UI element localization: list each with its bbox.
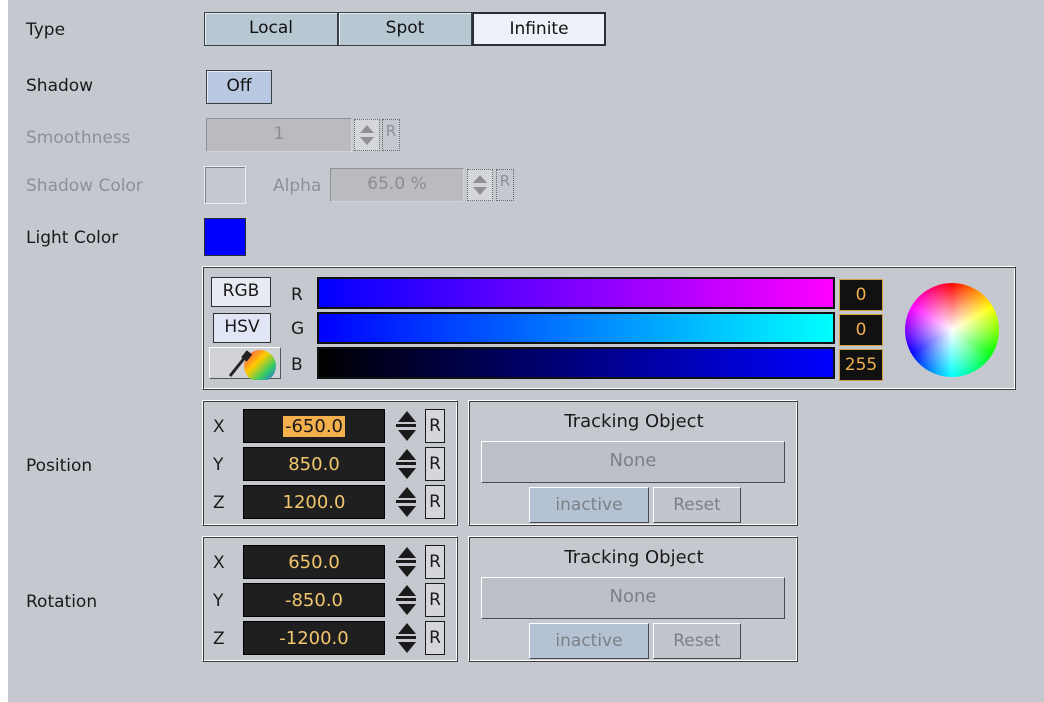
green-value[interactable]: 0 [839, 314, 883, 346]
rotation-y-spinner-icon[interactable] [393, 583, 419, 617]
rotation-x-spinner-icon[interactable] [393, 545, 419, 579]
alpha-label: Alpha [273, 176, 322, 196]
rotation-x-label: X [213, 553, 225, 573]
position-z-spinner-icon[interactable] [393, 485, 419, 519]
type-tab-spot[interactable]: Spot [338, 12, 472, 46]
position-y-input[interactable]: 850.0 [243, 447, 385, 481]
position-z-reset-button[interactable]: R [425, 485, 445, 519]
eyedropper-icon [228, 350, 276, 382]
position-label: Position [26, 456, 93, 476]
smoothness-spinner-icon[interactable] [354, 119, 380, 151]
rotation-label: Rotation [26, 592, 98, 612]
rgb-mode-button[interactable]: RGB [211, 277, 271, 307]
rotation-y-label: Y [213, 591, 224, 611]
rotation-z-input[interactable]: -1200.0 [243, 621, 385, 655]
color-editor: RGB HSV R G B 0 0 255 [202, 266, 1016, 390]
hsv-mode-button[interactable]: HSV [213, 313, 271, 343]
rotation-z-reset-button[interactable]: R [425, 621, 445, 655]
position-x-spinner-icon[interactable] [393, 409, 419, 443]
eyedropper-picker-button[interactable] [209, 347, 281, 382]
shadow-toggle-button[interactable]: Off [206, 70, 272, 104]
position-z-input[interactable]: 1200.0 [243, 485, 385, 519]
red-channel-slider[interactable] [317, 277, 835, 309]
rotation-x-input[interactable]: 650.0 [243, 545, 385, 579]
position-x-reset-button[interactable]: R [425, 409, 445, 443]
smoothness-field[interactable]: 1 [206, 118, 352, 152]
position-fields: X -650.0 R Y 850.0 R Z 1200.0 R [202, 400, 458, 526]
type-label: Type [26, 20, 66, 40]
channel-b-label: B [291, 355, 303, 375]
position-y-label: Y [213, 455, 224, 475]
rotation-z-spinner-icon[interactable] [393, 621, 419, 655]
blue-value[interactable]: 255 [839, 349, 883, 381]
rotation-x-reset-button[interactable]: R [425, 545, 445, 579]
alpha-spinner-icon[interactable] [467, 169, 493, 201]
position-tracking-object-button[interactable]: None [481, 441, 785, 483]
position-tracking-group: Tracking Object None inactive Reset [468, 400, 798, 526]
light-properties-panel: Type Local Spot Infinite Shadow Off Smoo… [8, 0, 1044, 702]
position-x-label: X [213, 417, 225, 437]
alpha-reset-button[interactable]: R [496, 169, 514, 201]
blue-channel-slider[interactable] [317, 347, 835, 379]
shadow-label: Shadow [26, 76, 94, 96]
position-tracking-reset-button[interactable]: Reset [653, 487, 741, 523]
rotation-tracking-inactive-button[interactable]: inactive [529, 623, 649, 659]
red-value[interactable]: 0 [839, 279, 883, 311]
green-channel-slider[interactable] [317, 312, 835, 344]
rotation-tracking-reset-button[interactable]: Reset [653, 623, 741, 659]
rotation-fields: X 650.0 R Y -850.0 R Z -1200.0 R [202, 536, 458, 662]
position-tracking-title: Tracking Object [564, 411, 704, 432]
position-x-input[interactable]: -650.0 [243, 409, 385, 443]
position-y-spinner-icon[interactable] [393, 447, 419, 481]
alpha-field[interactable]: 65.0 % [330, 168, 464, 202]
light-color-label: Light Color [26, 228, 119, 248]
shadow-color-label: Shadow Color [26, 176, 143, 196]
channel-g-label: G [291, 319, 305, 339]
type-tab-infinite[interactable]: Infinite [472, 12, 606, 46]
type-tab-local[interactable]: Local [204, 12, 338, 46]
rotation-y-input[interactable]: -850.0 [243, 583, 385, 617]
smoothness-label: Smoothness [26, 128, 131, 148]
channel-r-label: R [291, 285, 303, 305]
rotation-tracking-object-button[interactable]: None [481, 577, 785, 619]
color-wheel[interactable] [905, 283, 999, 377]
position-z-label: Z [213, 493, 225, 513]
rotation-z-label: Z [213, 629, 225, 649]
shadow-color-swatch[interactable] [204, 166, 246, 204]
rotation-tracking-group: Tracking Object None inactive Reset [468, 536, 798, 662]
rotation-tracking-title: Tracking Object [564, 547, 704, 568]
position-y-reset-button[interactable]: R [425, 447, 445, 481]
smoothness-reset-button[interactable]: R [382, 119, 400, 151]
light-color-swatch[interactable] [204, 218, 246, 256]
rotation-y-reset-button[interactable]: R [425, 583, 445, 617]
position-tracking-inactive-button[interactable]: inactive [529, 487, 649, 523]
